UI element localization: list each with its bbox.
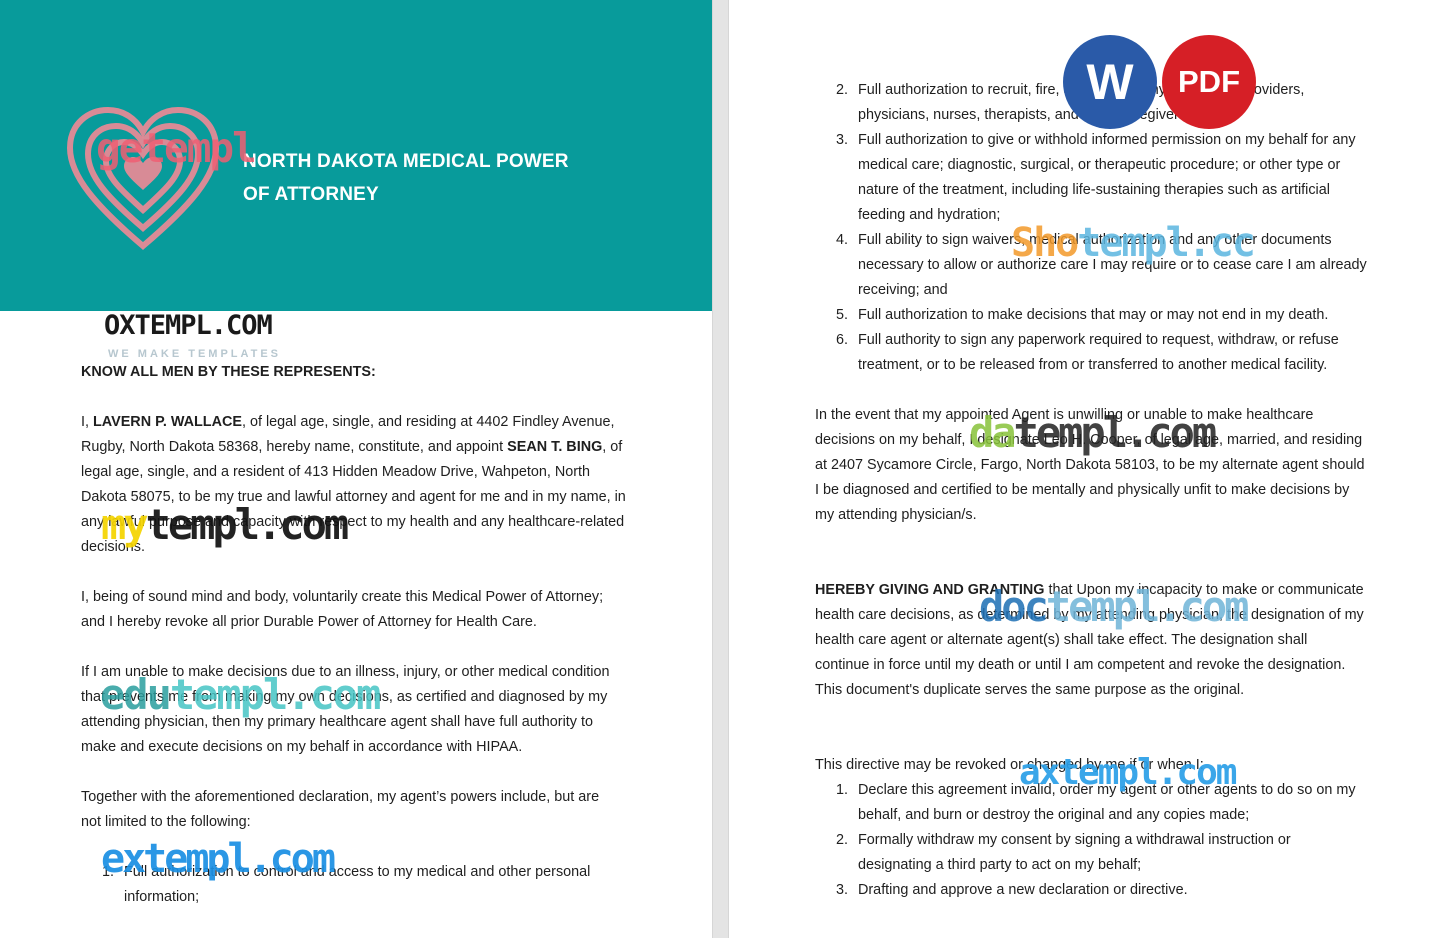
list-item: 3. Drafting and approve a new declaration…	[836, 882, 1188, 898]
title-line-1: NORTH DAKOTA MEDICAL POWER	[243, 151, 569, 172]
title-line-2: OF ATTORNEY	[243, 184, 379, 205]
document-title: NORTH DAKOTA MEDICAL POWER OF ATTORNEY	[243, 145, 569, 211]
paragraph-granting: HEREBY GIVING AND GRANTING that Upon my …	[815, 582, 1364, 698]
paragraph-sound-mind: I, being of sound mind and body, volunta…	[81, 589, 604, 630]
paragraph-appointment: I, LAVERN P. WALLACE, of legal age, sing…	[81, 414, 626, 555]
page-gutter	[712, 0, 729, 938]
heart-logo-icon	[66, 106, 220, 250]
section-heading: KNOW ALL MEN BY THESE REPRESENTS:	[81, 364, 376, 380]
paragraph-powers: Together with the aforementioned declara…	[81, 789, 600, 830]
paragraph-alternate-agent: In the event that my appointed Agent is …	[815, 407, 1365, 523]
list-item: 2. Formally withdraw my consent by signin…	[836, 832, 1291, 873]
list-item: 1. Full authorization to control and acc…	[102, 864, 591, 905]
revocation-list: 1. Declare this agreement invalid, order …	[815, 778, 1367, 903]
powers-list-left: 1. Full authorization to control and acc…	[81, 860, 611, 910]
list-item: 6. Full authority to sign any paperwork r…	[836, 332, 1339, 373]
paragraph-incapacity: If I am unable to make decisions due to …	[81, 664, 610, 755]
list-item: 5. Full authorization to make decisions t…	[836, 307, 1329, 323]
paragraph-revocation: This directive may be revoked or changed…	[815, 757, 1204, 773]
pdf-format-icon[interactable]: PDF	[1162, 35, 1256, 129]
list-item: 3. Full authorization to give or withhold…	[836, 132, 1356, 223]
principal-name: LAVERN P. WALLACE	[93, 414, 242, 430]
agent-name: SEAN T. BING	[507, 439, 603, 455]
list-item: 1. Declare this agreement invalid, order …	[836, 782, 1356, 823]
document-page-right: 2.Full authorization to recruit, fire, a…	[729, 0, 1442, 938]
word-format-icon[interactable]: W	[1063, 35, 1157, 129]
granting-heading: HEREBY GIVING AND GRANTING	[815, 582, 1045, 598]
list-item: 4. Full ability to sign waivers, medical …	[836, 232, 1367, 298]
